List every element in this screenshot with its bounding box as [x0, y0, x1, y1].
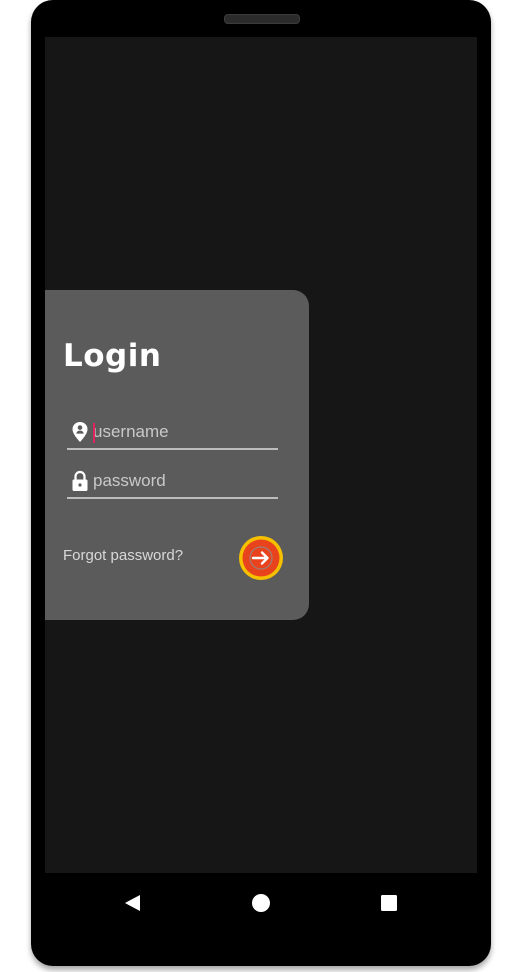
phone-frame: Login username Forgot password?	[31, 0, 491, 966]
location-pin-icon	[71, 421, 89, 443]
login-title: Login	[63, 338, 162, 374]
password-input[interactable]	[93, 468, 273, 494]
recents-button[interactable]	[374, 888, 404, 918]
text-caret	[93, 423, 95, 443]
back-triangle-icon	[125, 895, 140, 911]
back-button[interactable]	[118, 888, 148, 918]
home-button[interactable]	[246, 888, 276, 918]
password-field	[67, 467, 278, 499]
login-card: Login username Forgot password?	[45, 290, 309, 620]
system-nav-bar	[31, 873, 491, 933]
phone-speaker	[224, 14, 300, 24]
username-field	[67, 418, 278, 450]
home-circle-icon	[252, 894, 270, 912]
forgot-password-link[interactable]: Forgot password?	[63, 547, 183, 564]
recents-square-icon	[381, 895, 397, 911]
login-submit-button[interactable]	[239, 536, 283, 580]
arrow-right-icon	[242, 539, 280, 577]
username-input[interactable]	[93, 419, 273, 445]
app-screen: Login username Forgot password?	[45, 37, 477, 873]
lock-icon	[71, 470, 89, 492]
